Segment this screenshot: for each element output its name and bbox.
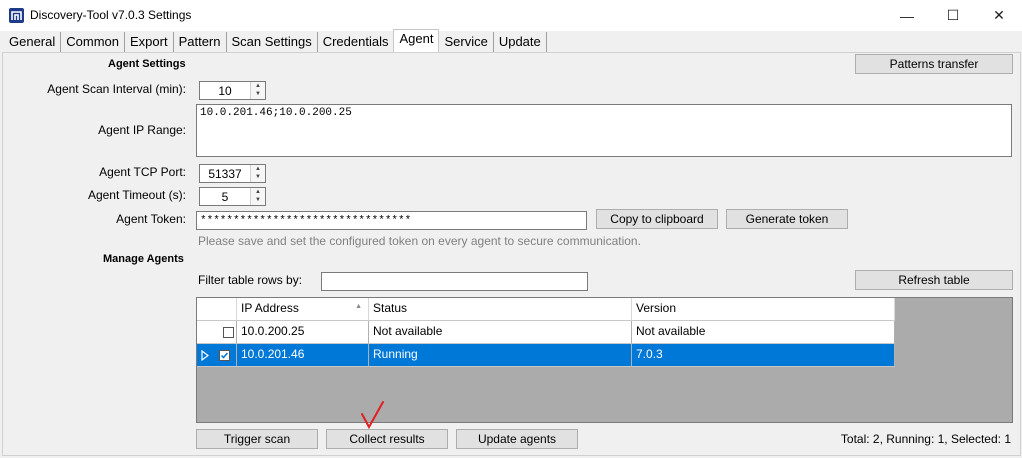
minimize-button[interactable]: — bbox=[884, 0, 930, 31]
column-ip-label: IP Address bbox=[241, 301, 299, 315]
timeout-label: Agent Timeout (s): bbox=[87, 188, 186, 202]
generate-token-button[interactable]: Generate token bbox=[726, 209, 848, 229]
annotation-checkmark-icon bbox=[361, 401, 384, 430]
column-version[interactable]: Version bbox=[632, 298, 895, 321]
tab-common[interactable]: Common bbox=[61, 32, 125, 52]
scan-interval-spinner[interactable]: 10 ▲ ▼ bbox=[199, 81, 266, 100]
spinner-arrows[interactable]: ▲ ▼ bbox=[250, 82, 265, 99]
cell-status: Not available bbox=[369, 321, 632, 344]
tab-service[interactable]: Service bbox=[439, 32, 494, 52]
table-row-selected[interactable]: 10.0.201.46 Running 7.0.3 bbox=[197, 344, 895, 367]
copy-to-clipboard-button[interactable]: Copy to clipboard bbox=[596, 209, 718, 229]
spin-up-icon[interactable]: ▲ bbox=[251, 165, 265, 173]
timeout-value: 5 bbox=[221, 190, 229, 204]
tab-pattern[interactable]: Pattern bbox=[174, 32, 227, 52]
cell-status: Running bbox=[369, 344, 632, 367]
spin-up-icon[interactable]: ▲ bbox=[251, 188, 265, 196]
column-ip-address[interactable]: IP Address ▲ bbox=[237, 298, 369, 321]
spinner-arrows[interactable]: ▲ ▼ bbox=[250, 165, 265, 182]
window-title: Discovery-Tool v7.0.3 Settings bbox=[30, 8, 192, 22]
tab-scan-settings[interactable]: Scan Settings bbox=[227, 32, 318, 52]
update-agents-button[interactable]: Update agents bbox=[456, 429, 578, 449]
ip-range-label: Agent IP Range: bbox=[98, 123, 186, 137]
checked-checkbox-icon[interactable] bbox=[219, 350, 230, 361]
filter-label: Filter table rows by: bbox=[198, 273, 303, 287]
current-row-arrow-icon bbox=[201, 350, 209, 361]
spin-down-icon[interactable]: ▼ bbox=[251, 90, 265, 98]
cell-ip: 10.0.201.46 bbox=[237, 344, 369, 367]
tab-agent[interactable]: Agent bbox=[393, 29, 440, 52]
spin-down-icon[interactable]: ▼ bbox=[251, 173, 265, 181]
refresh-table-button[interactable]: Refresh table bbox=[855, 270, 1013, 290]
token-label: Agent Token: bbox=[116, 212, 186, 226]
cell-version: Not available bbox=[632, 321, 895, 344]
trigger-scan-button[interactable]: Trigger scan bbox=[196, 429, 318, 449]
maximize-button[interactable]: ☐ bbox=[930, 0, 976, 31]
spinner-arrows[interactable]: ▲ ▼ bbox=[250, 188, 265, 205]
row-checkbox-cell[interactable] bbox=[197, 344, 237, 367]
spin-down-icon[interactable]: ▼ bbox=[251, 196, 265, 204]
table-summary: Total: 2, Running: 1, Selected: 1 bbox=[840, 432, 1011, 446]
tab-strip: General Common Export Pattern Scan Setti… bbox=[4, 29, 547, 52]
tab-export[interactable]: Export bbox=[125, 32, 174, 52]
tab-credentials[interactable]: Credentials bbox=[318, 32, 394, 52]
spin-up-icon[interactable]: ▲ bbox=[251, 82, 265, 90]
tcp-port-value: 51337 bbox=[208, 167, 242, 181]
ip-range-textarea[interactable]: 10.0.201.46;10.0.200.25 bbox=[196, 104, 1012, 157]
close-button[interactable]: ✕ bbox=[976, 0, 1022, 31]
column-status[interactable]: Status bbox=[369, 298, 632, 321]
scan-interval-value: 10 bbox=[218, 84, 232, 98]
row-checkbox-cell[interactable] bbox=[197, 321, 237, 344]
timeout-spinner[interactable]: 5 ▲ ▼ bbox=[199, 187, 266, 206]
tab-update[interactable]: Update bbox=[494, 32, 547, 52]
tcp-port-label: Agent TCP Port: bbox=[99, 165, 186, 179]
collect-results-button[interactable]: Collect results bbox=[326, 429, 448, 449]
cell-version: 7.0.3 bbox=[632, 344, 895, 367]
unchecked-checkbox-icon[interactable] bbox=[223, 327, 234, 338]
cell-ip: 10.0.200.25 bbox=[237, 321, 369, 344]
header-corner bbox=[197, 298, 237, 321]
manage-agents-heading: Manage Agents bbox=[103, 253, 184, 265]
scan-interval-label: Agent Scan Interval (min): bbox=[47, 82, 186, 96]
tab-general[interactable]: General bbox=[4, 32, 62, 52]
token-input[interactable]: ******************************** bbox=[196, 211, 587, 230]
table-row[interactable]: 10.0.200.25 Not available Not available bbox=[197, 321, 895, 344]
tcp-port-spinner[interactable]: 51337 ▲ ▼ bbox=[199, 164, 266, 183]
token-hint: Please save and set the configured token… bbox=[198, 234, 641, 248]
patterns-transfer-button[interactable]: Patterns transfer bbox=[855, 54, 1013, 74]
agent-settings-heading: Agent Settings bbox=[108, 58, 186, 70]
filter-input[interactable] bbox=[321, 272, 588, 291]
app-icon bbox=[9, 8, 24, 23]
table-header: IP Address ▲ Status Version bbox=[197, 298, 895, 321]
agents-table: IP Address ▲ Status Version 10.0.200.25 … bbox=[196, 297, 1013, 423]
sort-ascending-icon: ▲ bbox=[355, 303, 362, 310]
